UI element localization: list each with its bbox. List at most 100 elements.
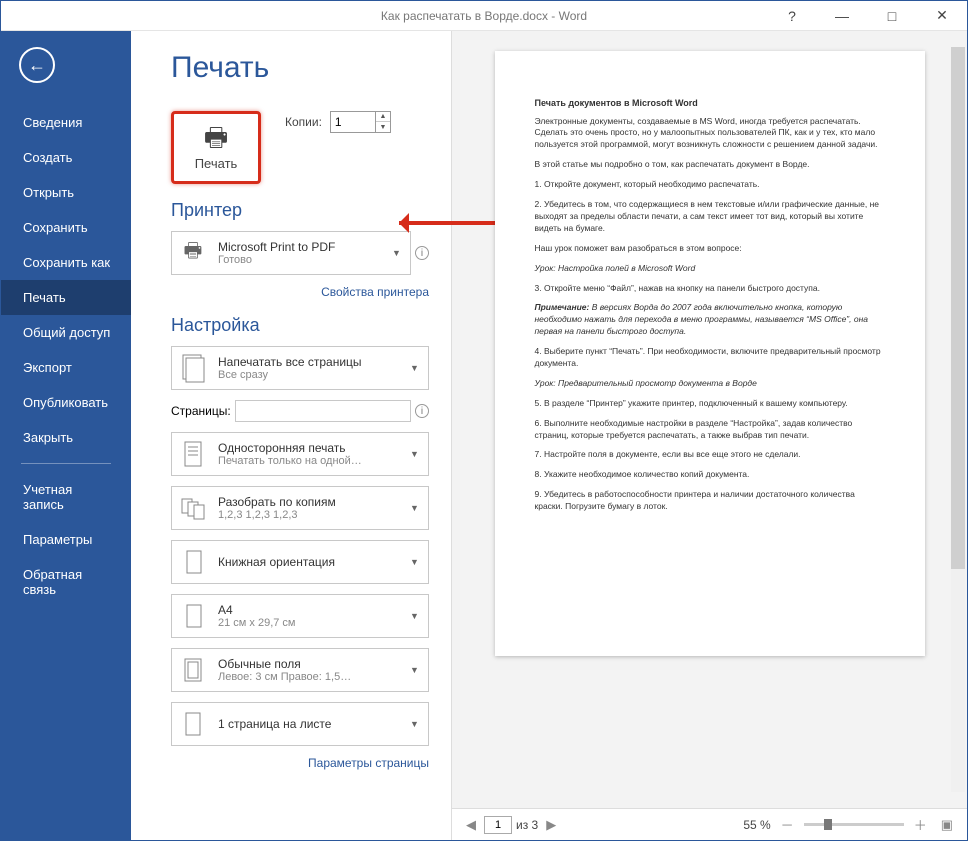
doc-para: В этой статье мы подробно о том, как рас… [535,159,885,171]
doc-para: 9. Убедитесь в работоспособности принтер… [535,489,885,513]
printer-name: Microsoft Print to PDF [218,240,384,254]
note-label: Примечание: [535,302,590,312]
doc-para: 4. Выберите пункт “Печать”. При необходи… [535,346,885,370]
minimize-button[interactable]: — [829,8,855,24]
copies-row: Копии: ▲ ▼ [285,111,391,133]
copies-down[interactable]: ▼ [376,122,390,132]
nav-options[interactable]: Параметры [1,522,131,557]
sides-sub: Печатать только на одной… [218,455,402,467]
sides-dropdown[interactable]: Односторонняя печать Печатать только на … [171,432,429,476]
margins-dropdown[interactable]: Обычные поля Левое: 3 см Правое: 1,5… ▼ [171,648,429,692]
prev-page-button[interactable]: ◀ [462,817,480,833]
nav-new[interactable]: Создать [1,140,131,175]
printer-info-icon[interactable]: i [415,246,429,260]
doc-para: Наш урок поможет вам разобраться в этом … [535,243,885,255]
paper-size-icon [176,599,210,633]
nav-save[interactable]: Сохранить [1,210,131,245]
nav-list: Сведения Создать Открыть Сохранить Сохра… [1,105,131,607]
preview-scrollbar[interactable] [951,47,965,792]
page-nav: ◀ из 3 ▶ [462,816,560,834]
close-button[interactable]: ✕ [929,7,955,24]
printer-status-icon: 🖶 [176,236,210,270]
doc-para: 2. Убедитесь в том, что содержащиеся в н… [535,199,885,235]
chevron-down-icon: ▼ [410,611,424,621]
copies-label: Копии: [285,115,322,129]
pages-info-icon[interactable]: i [415,404,429,418]
printer-icon: 🖶 [204,124,229,150]
doc-para: 5. В разделе “Принтер” укажите принтер, … [535,398,885,410]
back-button[interactable]: ← [19,47,55,83]
current-page-input[interactable] [484,816,512,834]
next-page-button[interactable]: ▶ [542,817,560,833]
nav-publish[interactable]: Опубликовать [1,385,131,420]
zoom-slider[interactable] [804,823,904,826]
maximize-button[interactable]: □ [879,8,905,24]
collate-dropdown[interactable]: Разобрать по копиям 1,2,3 1,2,3 1,2,3 ▼ [171,486,429,530]
paper-size-main: A4 [218,603,402,617]
nav-print[interactable]: Печать [1,280,131,315]
nav-export[interactable]: Экспорт [1,350,131,385]
zoom-thumb[interactable] [824,819,832,830]
print-button-label: Печать [195,156,238,171]
orientation-main: Книжная ориентация [218,555,402,569]
backstage-sidebar: ← Сведения Создать Открыть Сохранить Сох… [1,31,131,840]
nav-open[interactable]: Открыть [1,175,131,210]
printer-section-title: Принтер [171,200,429,221]
print-button[interactable]: 🖶 Печать [171,111,261,184]
pages-label: Страницы: [171,404,231,418]
nav-info[interactable]: Сведения [1,105,131,140]
preview-page: Печать документов в Microsoft Word Элект… [495,51,925,656]
preview-viewport: Печать документов в Microsoft Word Элект… [452,31,967,808]
chevron-down-icon: ▼ [410,557,424,567]
page-setup-link[interactable]: Параметры страницы [171,756,429,770]
doc-note: Примечание: В версиях Ворда до 2007 года… [535,302,885,338]
fit-page-button[interactable]: ▣ [937,817,957,833]
nav-account[interactable]: Учетная запись [1,472,131,522]
pages-all-icon [176,351,210,385]
chevron-down-icon: ▼ [410,363,424,373]
pages-per-sheet-dropdown[interactable]: 1 страница на листе ▼ [171,702,429,746]
one-side-icon [176,437,210,471]
doc-para: 8. Укажите необходимое количество копий … [535,469,885,481]
printer-properties-link[interactable]: Свойства принтера [171,285,429,299]
nav-share[interactable]: Общий доступ [1,315,131,350]
printer-status: Готово [218,254,384,266]
copies-input[interactable] [331,112,375,132]
preview-footer: ◀ из 3 ▶ 55 % － ＋ ▣ [452,808,967,840]
page-total: из 3 [516,818,538,832]
nav-feedback[interactable]: Обратная связь [1,557,131,607]
margins-sub: Левое: 3 см Правое: 1,5… [218,671,402,683]
chevron-down-icon: ▼ [410,665,424,675]
word-window: Как распечатать в Ворде.docx - Word ? — … [0,0,968,841]
doc-para: 7. Настройте поля в документе, если вы в… [535,449,885,461]
back-arrow-icon: ← [28,55,46,76]
main: Печать 🖶 Печать Копии: ▲ ▼ [131,31,967,840]
chevron-down-icon: ▼ [392,248,406,258]
scrollbar-thumb[interactable] [951,47,965,569]
zoom-out-button[interactable]: － [777,815,798,834]
chevron-down-icon: ▼ [410,503,424,513]
pages-input[interactable] [235,400,411,422]
copies-input-wrap: ▲ ▼ [330,111,391,133]
paper-size-dropdown[interactable]: A4 21 см x 29,7 см ▼ [171,594,429,638]
pages-per-sheet-main: 1 страница на листе [218,717,402,731]
doc-para: 6. Выполните необходимые настройки в раз… [535,418,885,442]
help-button[interactable]: ? [779,8,805,24]
copies-up[interactable]: ▲ [376,112,390,122]
print-range-dropdown[interactable]: Напечатать все страницы Все сразу ▼ [171,346,429,390]
print-range-sub: Все сразу [218,369,402,381]
orientation-dropdown[interactable]: Книжная ориентация ▼ [171,540,429,584]
pages-row: Страницы: i [171,400,429,422]
preview-pane: Печать документов в Microsoft Word Элект… [451,31,967,840]
zoom-in-button[interactable]: ＋ [910,815,931,834]
doc-heading: Печать документов в Microsoft Word [535,97,885,110]
nav-close[interactable]: Закрыть [1,420,131,455]
chevron-down-icon: ▼ [410,449,424,459]
doc-para: 1. Откройте документ, который необходимо… [535,179,885,191]
settings-section-title: Настройка [171,315,429,336]
doc-para: Электронные документы, создаваемые в MS … [535,116,885,152]
printer-dropdown[interactable]: 🖶 Microsoft Print to PDF Готово ▼ [171,231,411,275]
nav-save-as[interactable]: Сохранить как [1,245,131,280]
settings-pane: Печать 🖶 Печать Копии: ▲ ▼ [131,31,451,840]
copies-spinner: ▲ ▼ [375,112,390,132]
